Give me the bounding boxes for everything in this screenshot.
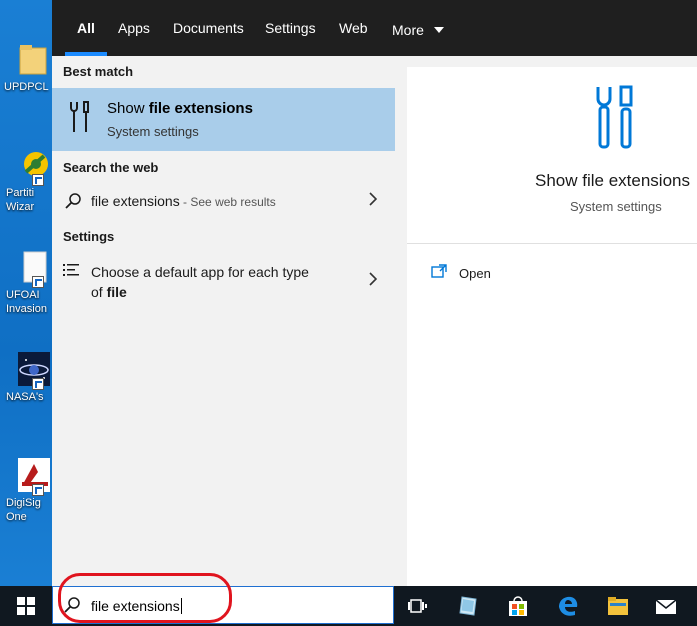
chevron-right-icon bbox=[369, 192, 378, 209]
highlight-annotation bbox=[58, 573, 232, 623]
divider bbox=[407, 243, 697, 244]
digisig-icon bbox=[16, 458, 50, 496]
mail-icon[interactable] bbox=[654, 594, 678, 618]
best-match-title: Show file extensions bbox=[107, 100, 253, 117]
tab-apps[interactable]: Apps bbox=[118, 0, 150, 56]
desktop-icon-label: UFOAI Invasion bbox=[6, 289, 47, 315]
settings-header: Settings bbox=[63, 229, 115, 244]
desktop-icon-nasa[interactable]: NASA's bbox=[0, 352, 52, 404]
results-list: Best match Show file extensions System s… bbox=[52, 56, 395, 586]
tab-all[interactable]: All bbox=[65, 0, 107, 56]
tab-more-label: More bbox=[392, 22, 424, 38]
windows-logo-icon bbox=[17, 597, 35, 620]
settings-tools-icon bbox=[68, 100, 92, 139]
open-icon bbox=[431, 264, 447, 283]
task-view-icon[interactable] bbox=[406, 594, 430, 618]
desktop-icon-label: DigiSig One bbox=[6, 497, 41, 523]
web-result-item[interactable]: file extensions - See web results bbox=[52, 188, 395, 218]
ufoai-icon bbox=[16, 250, 50, 288]
settings-tools-icon bbox=[594, 85, 636, 156]
preview-pane: Show file extensions System settings Ope… bbox=[407, 67, 697, 586]
settings-result-item[interactable]: Choose a default app for each type of fi… bbox=[52, 258, 395, 306]
nasa-icon bbox=[16, 352, 50, 390]
best-match-item[interactable]: Show file extensions System settings bbox=[52, 88, 395, 151]
best-match-subtitle: System settings bbox=[107, 124, 199, 139]
search-panel: All Apps Documents Settings Web More Bes… bbox=[52, 0, 697, 586]
list-settings-icon bbox=[63, 263, 79, 282]
tab-settings[interactable]: Settings bbox=[265, 0, 316, 56]
settings-result-text: Choose a default app for each type of fi… bbox=[91, 264, 309, 300]
desktop: UPDPCL Partiti Wizar UFOAI Invasion NASA… bbox=[0, 0, 52, 586]
search-filter-tabs: All Apps Documents Settings Web More bbox=[52, 0, 697, 56]
tab-web[interactable]: Web bbox=[339, 0, 368, 56]
start-button[interactable] bbox=[0, 586, 52, 626]
tablet-app-icon[interactable] bbox=[456, 594, 480, 618]
desktop-icon-updpcl[interactable]: UPDPCL bbox=[0, 42, 52, 94]
store-icon[interactable] bbox=[506, 594, 530, 618]
web-result-text: file extensions - See web results bbox=[91, 193, 276, 209]
desktop-icon-digisig[interactable]: DigiSig One bbox=[0, 458, 52, 524]
open-action[interactable]: Open bbox=[459, 266, 491, 281]
desktop-icon-label: NASA's bbox=[6, 391, 44, 403]
file-explorer-icon[interactable] bbox=[606, 594, 630, 618]
preview-title: Show file extensions bbox=[535, 171, 690, 190]
desktop-icon-label: Partiti Wizar bbox=[6, 187, 35, 213]
desktop-icon-partition-wizard[interactable]: Partiti Wizar bbox=[0, 148, 52, 214]
desktop-icon-ufoai[interactable]: UFOAI Invasion bbox=[0, 250, 52, 316]
search-icon bbox=[64, 192, 82, 215]
preview-subtitle: System settings bbox=[570, 199, 662, 214]
desktop-icon-label: UPDPCL bbox=[4, 81, 49, 93]
chevron-down-icon bbox=[433, 0, 444, 56]
edge-icon[interactable] bbox=[556, 594, 580, 618]
best-match-header: Best match bbox=[63, 64, 134, 79]
chevron-right-icon bbox=[369, 272, 378, 289]
web-header: Search the web bbox=[63, 160, 159, 175]
folder-icon bbox=[16, 42, 50, 78]
partition-wizard-icon bbox=[16, 148, 50, 186]
tab-more[interactable]: More bbox=[392, 0, 444, 56]
tab-documents[interactable]: Documents bbox=[173, 0, 244, 56]
